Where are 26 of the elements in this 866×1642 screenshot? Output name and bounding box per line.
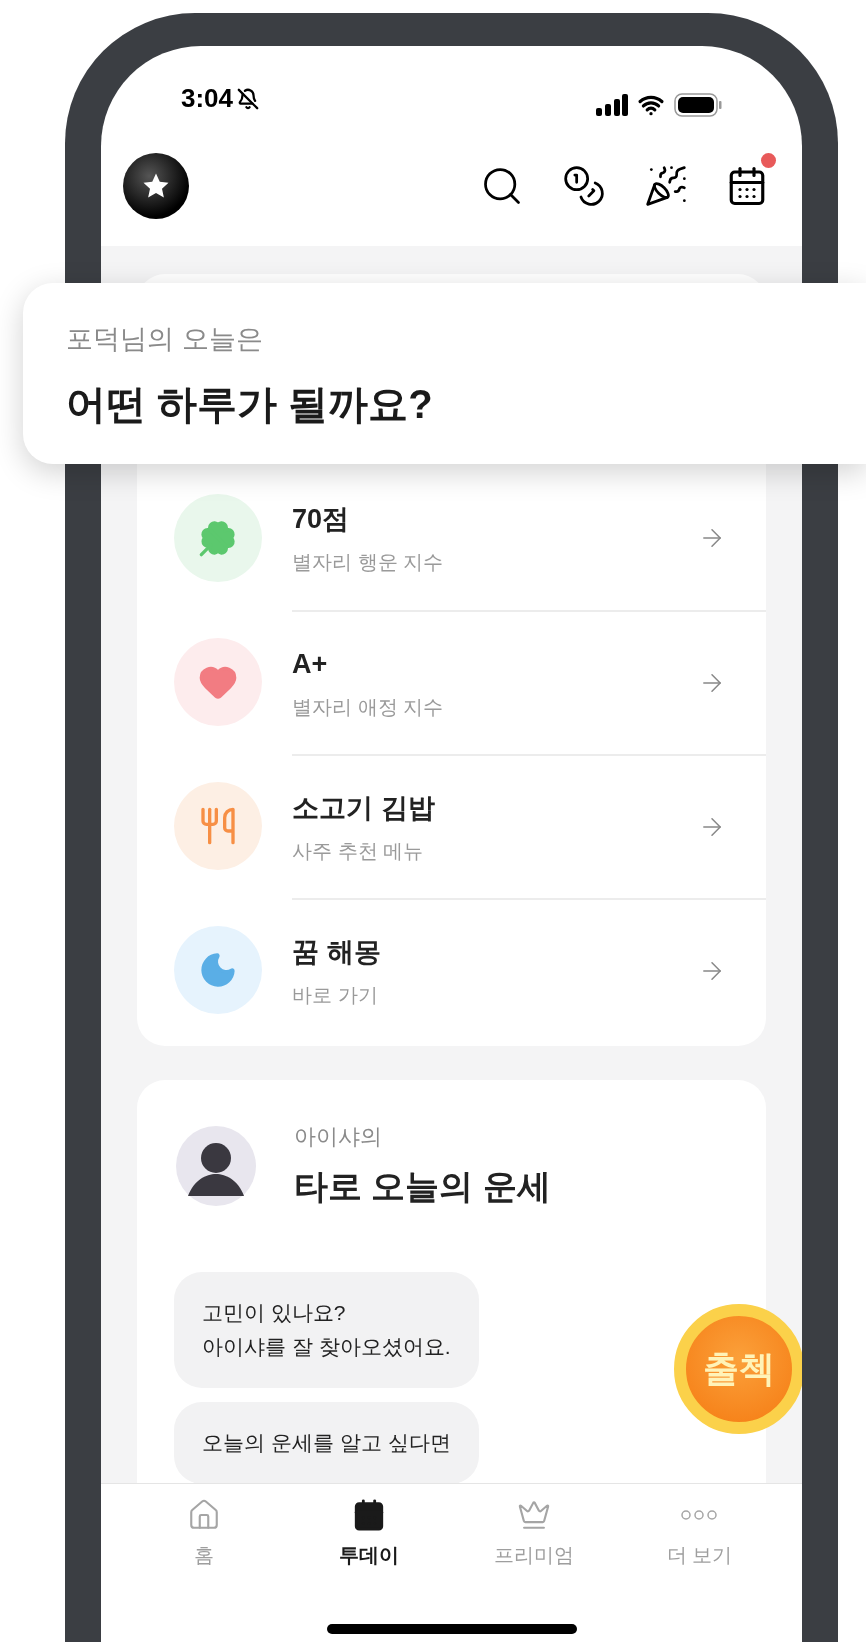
chat-bubble: 오늘의 운세를 알고 싶다면 — [174, 1402, 479, 1483]
signal-icon — [596, 94, 628, 116]
nav-tab[interactable]: 투데이 — [303, 1498, 434, 1570]
tarot-label: 아이샤의 — [294, 1123, 383, 1151]
greeting-subtitle: 포덕님의 오늘은 — [66, 323, 264, 356]
fortune-subtitle: 별자리 애정 지수 — [292, 695, 445, 721]
bell-off-icon — [237, 87, 260, 110]
chat-bubble: 고민이 있나요? 아이샤를 잘 찾아오셨어요. — [174, 1272, 479, 1388]
fortune-subtitle: 바로 가기 — [292, 983, 379, 1009]
fortune-title: 70점 — [292, 502, 351, 536]
party-popper-icon[interactable] — [644, 164, 688, 208]
fortune-row[interactable]: 소고기 김밥 사주 추천 메뉴 — [137, 754, 766, 898]
fortune-subtitle: 사주 추천 메뉴 — [292, 839, 425, 865]
fortune-row[interactable]: 70점 별자리 행운 지수 — [137, 466, 766, 610]
fortune-title: 꿈 해몽 — [292, 935, 382, 969]
fortune-row[interactable]: A+ 별자리 애정 지수 — [137, 610, 766, 754]
greeting-title: 어떤 하루가 될까요? — [66, 380, 434, 428]
fortune-title: 소고기 김밥 — [292, 791, 436, 825]
status-time: 3:04 — [181, 82, 234, 115]
battery-icon — [674, 93, 722, 117]
fortune-subtitle: 별자리 행운 지수 — [292, 550, 445, 576]
coins-icon[interactable] — [562, 164, 606, 208]
tarot-title: 타로 오늘의 운세 — [294, 1166, 551, 1207]
fortune-row[interactable]: 꿈 해몽 바로 가기 — [137, 898, 766, 1042]
fortune-title: A+ — [292, 647, 329, 681]
more-icon — [681, 1510, 718, 1520]
